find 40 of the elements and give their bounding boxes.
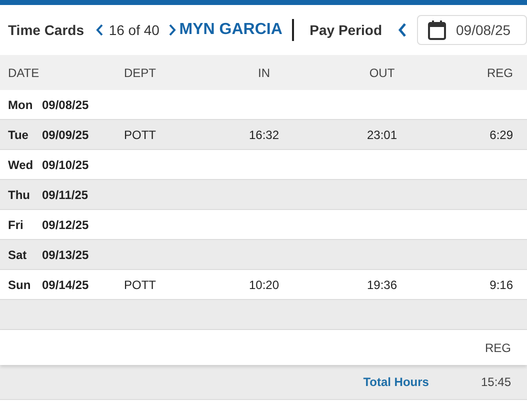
day-cell-text: Wed [8, 156, 34, 174]
time-in-cell-text: 16:32 [248, 126, 280, 144]
day-cell-text: Sun [8, 276, 32, 294]
column-header: REG [486, 64, 514, 82]
date-cell-text: 09/14/25 [42, 276, 89, 294]
column-header: OUT [368, 64, 396, 82]
chevron-left-icon [398, 23, 408, 37]
summary-column-header: REG [484, 340, 511, 356]
chevron-right-icon [168, 24, 176, 36]
time-in-cell-text: 10:20 [248, 276, 280, 294]
page-title: Time Cards [8, 20, 84, 40]
day-cell-text: Tue [8, 126, 30, 144]
column-header: DEPT [124, 64, 158, 82]
day-cell-text: Sat [8, 246, 28, 264]
employee-name[interactable]: MYN GARCIA [179, 18, 282, 42]
time-out-cell-text: 23:01 [366, 126, 398, 144]
calendar-icon [428, 20, 446, 40]
pay-period-label: Pay Period [310, 20, 382, 40]
date-cell-text: 09/08/25 [42, 96, 89, 114]
chevron-left-icon [96, 24, 104, 36]
reg-hours-cell-text: 9:16 [488, 276, 514, 294]
total-hours-label: Total Hours [363, 374, 429, 391]
day-cell-text: Fri [8, 216, 24, 234]
record-counter: 16 of 40 [108, 20, 160, 40]
time-out-cell-text: 19:36 [366, 276, 398, 294]
date-cell-text: 09/13/25 [42, 246, 89, 264]
date-cell-text: 09/10/25 [42, 156, 89, 174]
column-header: DATE [7, 64, 40, 82]
date-field[interactable]: 09/08/25 [417, 15, 527, 45]
day-cell-text: Thu [8, 186, 31, 204]
dept-cell-text: POTT [124, 126, 157, 144]
day-cell-text: Mon [8, 96, 34, 114]
date-value: 09/08/25 [456, 20, 511, 40]
total-hours-value: 15:45 [480, 374, 512, 391]
date-cell-text: 09/12/25 [42, 216, 89, 234]
reg-hours-cell-text: 6:29 [488, 126, 514, 144]
column-header: IN [257, 64, 271, 82]
date-cell-text: 09/11/25 [42, 186, 88, 204]
dept-cell-text: POTT [124, 276, 157, 294]
date-cell-text: 09/09/25 [42, 126, 89, 144]
